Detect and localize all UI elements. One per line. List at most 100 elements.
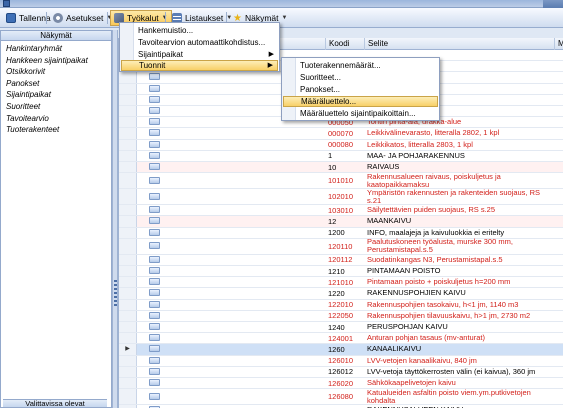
menu-item-maaraluettelo-sijaintipaikoittain[interactable]: Määräluettelo sijaintipaikoittain... <box>283 108 438 119</box>
row-checkbox[interactable] <box>149 289 160 297</box>
menu-item-sijaintipaikat[interactable]: Sijaintipaikat ▶ <box>121 49 278 60</box>
view-item[interactable]: Panokset <box>6 78 106 90</box>
column-header-description[interactable]: Selite <box>365 38 555 50</box>
row-indicator[interactable] <box>119 378 137 389</box>
view-item[interactable]: Tuoterakenteet <box>6 124 106 136</box>
cell-code[interactable]: 122010 <box>326 300 353 310</box>
cell-description[interactable]: KANAALIKAIVU <box>365 344 555 354</box>
cell-description[interactable]: Rakennusalueen raivaus, poiskuljetus ja … <box>365 172 555 188</box>
menu-item-tuonnit[interactable]: Tuonnit ▶ <box>121 60 278 71</box>
row-indicator[interactable] <box>119 72 137 83</box>
table-row[interactable]: 122010 Rakennuspohjien taso­kaivu, h<1 jm… <box>119 299 563 311</box>
row-indicator[interactable] <box>119 288 137 299</box>
available-views-footer[interactable]: Valittavissa olevat <box>3 399 107 407</box>
cell-code[interactable]: 120112 <box>326 255 352 265</box>
row-indicator[interactable] <box>119 205 137 216</box>
table-row[interactable]: 126012 LVV-vetoja täyttökerrosten välin (… <box>119 366 563 378</box>
row-checkbox[interactable] <box>149 206 160 214</box>
row-checkbox[interactable] <box>149 323 160 331</box>
row-checkbox[interactable] <box>149 255 160 263</box>
row-indicator[interactable] <box>119 389 137 405</box>
cell-code[interactable]: 103010 <box>326 205 353 215</box>
table-row[interactable]: 124001 Anturan pohjan tasaus (mv-anturat) <box>119 333 563 345</box>
row-indicator[interactable] <box>119 310 137 321</box>
menu-item-automaattikohdistus[interactable]: Tavoitearvion automaattikohdistus... <box>121 37 278 48</box>
menu-item-maaraluettelo[interactable]: Määräluettelo... <box>283 96 438 107</box>
row-indicator[interactable] <box>119 94 137 105</box>
table-row[interactable]: 1240 PERUSPOHJAN KAIVU <box>119 322 563 334</box>
table-row[interactable]: 126010 LVV-vetojen kanaalikaivu, 840 jm <box>119 355 563 367</box>
row-indicator[interactable] <box>119 355 137 366</box>
cell-description[interactable]: INFO, maalajeja ja kaivuluokkia ei erite… <box>365 228 555 238</box>
cell-code[interactable]: 1220 <box>326 288 345 298</box>
cell-description[interactable]: Ympäristön rakennusten ja rakenteiden su… <box>365 188 555 204</box>
cell-code[interactable]: 120110 <box>326 239 352 254</box>
table-row[interactable]: 000080 Leikkikatos, litteralla 2803, 1 kp… <box>119 139 563 151</box>
cell-code[interactable]: 121010 <box>326 277 353 287</box>
row-checkbox[interactable] <box>149 73 160 81</box>
cell-description[interactable]: Paalutuskoneen työalusta, murske 300 mm,… <box>365 238 555 254</box>
cell-code[interactable]: 126080 <box>326 389 353 404</box>
row-checkbox[interactable] <box>149 345 160 353</box>
row-checkbox[interactable] <box>149 392 160 400</box>
table-row[interactable]: 000070 Leikkiv­älinevarasto, litteralla 2… <box>119 128 563 140</box>
view-item[interactable]: Sijaintipaikat <box>6 89 106 101</box>
cell-description[interactable]: RAKENNUSPOHJIEN KAIVU <box>365 288 555 298</box>
table-row[interactable]: 121010 Pintamaan poisto + poiskuljetus h=… <box>119 277 563 289</box>
table-row[interactable]: 102010 Ympäristön rakennusten ja rakentei… <box>119 188 563 206</box>
row-checkbox[interactable] <box>149 379 160 387</box>
row-indicator[interactable] <box>119 162 137 173</box>
row-indicator[interactable] <box>119 299 137 310</box>
row-checkbox[interactable] <box>149 151 160 159</box>
row-checkbox[interactable] <box>149 267 160 275</box>
menu-item-tuoterakennemaarat[interactable]: Tuoterakennemäärät... <box>283 60 438 71</box>
cell-description[interactable]: MAANKAIVU <box>365 216 555 226</box>
row-checkbox[interactable] <box>149 228 160 236</box>
cell-description[interactable]: Leikkiv­älinevarasto, litteralla 2802, 1… <box>365 128 555 138</box>
row-checkbox[interactable] <box>149 356 160 364</box>
cell-code[interactable]: 122050 <box>326 311 353 321</box>
view-item[interactable]: Suoritteet <box>6 101 106 113</box>
cell-description[interactable]: PERUSPOHJAN KAIVU <box>365 322 555 332</box>
menu-item-hankemuistio[interactable]: Hankemuistio... <box>121 25 278 36</box>
view-item[interactable]: Hankintaryhmät <box>6 43 106 55</box>
row-indicator[interactable] <box>119 117 137 128</box>
row-checkbox[interactable] <box>149 129 160 137</box>
row-indicator[interactable]: ▶ <box>119 344 137 355</box>
cell-description[interactable]: Anturan pohjan tasaus (mv-anturat) <box>365 333 555 343</box>
cell-description[interactable]: Suodatinkangas N3, Perustamistapal.s.5 <box>365 255 555 265</box>
menu-item-panokset[interactable]: Panokset... <box>283 84 438 95</box>
row-indicator[interactable] <box>119 216 137 227</box>
cell-description[interactable]: LVV-vetojen kanaalikaivu, 840 jm <box>365 356 555 366</box>
cell-description[interactable]: Rakennuspohjien taso­kaivu, h<1 jm, 1140… <box>365 300 555 310</box>
row-indicator[interactable] <box>119 238 137 254</box>
table-row[interactable]: 1 MAA- JA POHJARAKENNUS <box>119 150 563 162</box>
cell-code[interactable]: 000070 <box>326 128 353 138</box>
row-indicator[interactable] <box>119 333 137 344</box>
cell-description[interactable]: Säilytettävien puiden suojaus, RS s.25 <box>365 205 555 215</box>
table-row[interactable]: 12 MAANKAIVU <box>119 216 563 228</box>
cell-code[interactable]: 12 <box>326 216 336 226</box>
table-row[interactable]: 126080 Katualueiden asfaltin poisto viem.… <box>119 388 563 406</box>
row-checkbox[interactable] <box>149 107 160 115</box>
table-row[interactable]: 101010 Rakennusalueen raivaus, poiskuljet… <box>119 172 563 190</box>
table-row[interactable]: 122050 Rakennuspohjien tilavuuskaivu, h>1… <box>119 310 563 322</box>
row-checkbox[interactable] <box>149 95 160 103</box>
cell-code[interactable]: 1200 <box>326 228 345 238</box>
row-checkbox[interactable] <box>149 367 160 375</box>
row-indicator[interactable] <box>119 189 137 205</box>
table-row[interactable]: 1220 RAKENNUSPOHJIEN KAIVU <box>119 288 563 300</box>
row-checkbox[interactable] <box>149 217 160 225</box>
app-icon[interactable] <box>3 0 10 7</box>
row-indicator[interactable] <box>119 83 137 94</box>
view-item[interactable]: Otsikkorivit <box>6 66 106 78</box>
cell-description[interactable]: MAA- JA POHJARAKENNUS <box>365 151 555 161</box>
row-indicator[interactable] <box>119 366 137 377</box>
cell-code[interactable]: 1210 <box>326 266 345 276</box>
row-indicator[interactable] <box>119 139 137 150</box>
column-header-code[interactable]: Koodi <box>326 38 365 50</box>
row-indicator[interactable] <box>119 254 137 265</box>
cell-description[interactable]: Leikkikatos, litteralla 2803, 1 kpl <box>365 140 555 150</box>
row-checkbox[interactable] <box>149 163 160 171</box>
view-item[interactable]: Tavoitearvio <box>6 113 106 125</box>
